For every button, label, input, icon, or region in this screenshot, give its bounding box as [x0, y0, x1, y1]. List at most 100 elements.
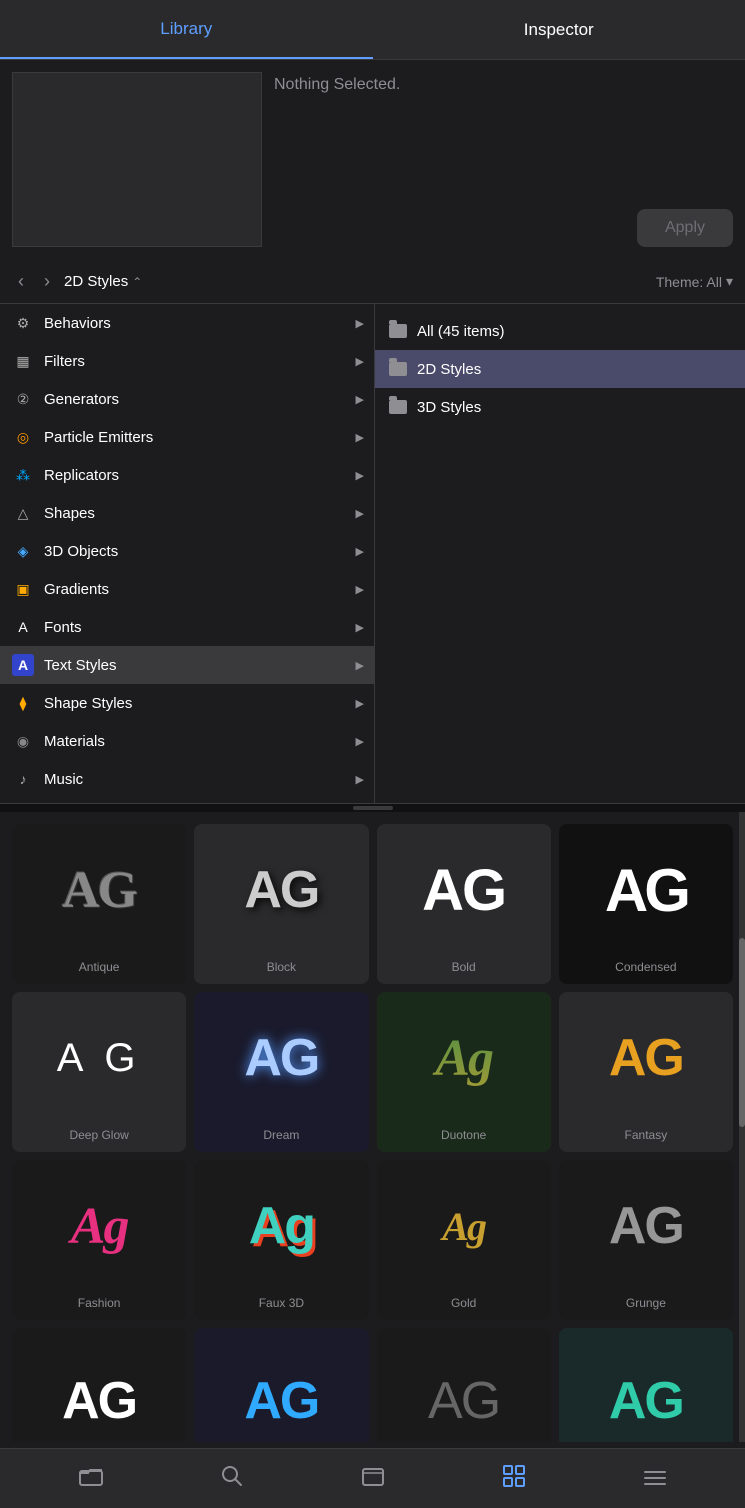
- navigation-bar: ‹ › 2D Styles ⌃ Theme: All ▾: [0, 260, 745, 304]
- scrollbar-thumb[interactable]: [739, 938, 745, 1127]
- material-icon: ◉: [12, 730, 34, 752]
- grid-item-bottom1[interactable]: AG: [12, 1328, 186, 1442]
- style-preview-fashion: Ag: [12, 1160, 186, 1292]
- style-preview-antique: AG: [12, 824, 186, 956]
- sidebar-item-filters[interactable]: ▦Filters▶: [0, 342, 374, 380]
- grid-item-grunge[interactable]: AGGrunge: [559, 1160, 733, 1320]
- sidebar-item-label-materials: Materials: [44, 733, 105, 750]
- grid-item-bold[interactable]: AGBold: [377, 824, 551, 984]
- apply-button[interactable]: Apply: [637, 209, 733, 247]
- sidebar-item-shape-styles[interactable]: ⧫Shape Styles▶: [0, 684, 374, 722]
- sidebar-item-particle-emitters[interactable]: ◎Particle Emitters▶: [0, 418, 374, 456]
- menu-button[interactable]: [633, 1457, 677, 1501]
- search-button[interactable]: [210, 1457, 254, 1501]
- sidebar-item-music[interactable]: ♪Music▶: [0, 760, 374, 798]
- grid-item-duotone[interactable]: AgDuotone: [377, 992, 551, 1152]
- gear-icon: ⚙: [12, 312, 34, 334]
- nav-forward-button[interactable]: ›: [38, 267, 56, 296]
- grid-item-condensed[interactable]: AGCondensed: [559, 824, 733, 984]
- sidebar-item-gradients[interactable]: ▣Gradients▶: [0, 570, 374, 608]
- gen-icon: ②: [12, 388, 34, 410]
- sidebar-item-3d-objects[interactable]: ◈3D Objects▶: [0, 532, 374, 570]
- folder-button[interactable]: [69, 1457, 113, 1501]
- theme-chevron-icon: ▾: [726, 273, 733, 290]
- music-icon: ♪: [12, 768, 34, 790]
- sidebar-item-label-shape-styles: Shape Styles: [44, 695, 132, 712]
- preview-area: Nothing Selected. Apply: [0, 60, 745, 260]
- grid-item-dream[interactable]: AGDream: [194, 992, 368, 1152]
- left-sidebar: ⚙Behaviors▶▦Filters▶②Generators▶◎Particl…: [0, 304, 375, 803]
- sidebar-item-fonts[interactable]: AFonts▶: [0, 608, 374, 646]
- tab-library[interactable]: Library: [0, 0, 373, 59]
- nav-back-button[interactable]: ‹: [12, 267, 30, 296]
- textstyle-icon: A: [12, 654, 34, 676]
- font-icon: A: [12, 616, 34, 638]
- top-tabs: Library Inspector: [0, 0, 745, 60]
- sidebar-item-photos[interactable]: ⊡Photos▶: [0, 798, 374, 803]
- scrollbar-track[interactable]: [739, 812, 745, 1442]
- right-item-3d-styles[interactable]: 3D Styles: [375, 388, 745, 426]
- shapestyle-icon: ⧫: [12, 692, 34, 714]
- style-preview-bottom4: AG: [559, 1328, 733, 1442]
- style-label-condensed: Condensed: [615, 960, 676, 974]
- grid-item-bottom4[interactable]: AG: [559, 1328, 733, 1442]
- sidebar-arrow-icon: ▶: [356, 317, 364, 330]
- preview-info: Nothing Selected. Apply: [274, 72, 733, 247]
- style-preview-gold: Ag: [377, 1160, 551, 1292]
- grid-item-deep-glow[interactable]: A G Deep Glow: [12, 992, 186, 1152]
- grid-view-button[interactable]: [492, 1457, 536, 1501]
- sidebar-item-label-generators: Generators: [44, 391, 119, 408]
- style-preview-block: AG: [194, 824, 368, 956]
- sidebar-arrow-icon: ▶: [356, 773, 364, 786]
- grid-item-fashion[interactable]: AgFashion: [12, 1160, 186, 1320]
- grid-item-gold[interactable]: Ag Gold: [377, 1160, 551, 1320]
- particle-icon: ◎: [12, 426, 34, 448]
- right-item-2d-styles[interactable]: 2D Styles: [375, 350, 745, 388]
- folder-icon: [389, 362, 407, 376]
- sidebar-item-generators[interactable]: ②Generators▶: [0, 380, 374, 418]
- sidebar-item-label-replicators: Replicators: [44, 467, 119, 484]
- style-label-grunge: Grunge: [626, 1296, 666, 1310]
- style-label-antique: Antique: [79, 960, 120, 974]
- nav-title-selector[interactable]: 2D Styles ⌃: [64, 273, 142, 290]
- grid-item-fantasy[interactable]: AGFantasy: [559, 992, 733, 1152]
- search-icon: [221, 1465, 243, 1493]
- sidebar-arrow-icon: ▶: [356, 735, 364, 748]
- styles-grid-area: AGAntiqueAGBlockAGBoldAGCondensedA GDeep…: [0, 812, 745, 1442]
- grid-item-antique[interactable]: AG Antique: [12, 824, 186, 984]
- style-label-block: Block: [267, 960, 296, 974]
- right-item-all[interactable]: All (45 items): [375, 312, 745, 350]
- style-label-gold: Gold: [451, 1296, 476, 1310]
- sidebar-arrow-icon: ▶: [356, 621, 364, 634]
- rep-icon: ⁂: [12, 464, 34, 486]
- sidebar-arrow-icon: ▶: [356, 507, 364, 520]
- sidebar-item-replicators[interactable]: ⁂ Replicators ▶: [0, 456, 374, 494]
- 3d-icon: ◈: [12, 540, 34, 562]
- style-preview-deep-glow: A G: [12, 992, 186, 1124]
- sidebar-item-shapes[interactable]: △Shapes▶: [0, 494, 374, 532]
- right-item-label-all: All (45 items): [417, 323, 505, 340]
- grid-item-bottom3[interactable]: AG: [377, 1328, 551, 1442]
- sidebar-item-behaviors[interactable]: ⚙ Behaviors ▶: [0, 304, 374, 342]
- sidebar-arrow-icon: ▶: [356, 431, 364, 444]
- sidebar-arrow-icon: ▶: [356, 659, 364, 672]
- grid-item-faux-3d[interactable]: AgFaux 3D: [194, 1160, 368, 1320]
- folder-icon: [389, 324, 407, 338]
- sidebar-item-label-3d-objects: 3D Objects: [44, 543, 118, 560]
- sidebar-item-label-behaviors: Behaviors: [44, 315, 111, 332]
- style-preview-duotone: Ag: [377, 992, 551, 1124]
- bottom-toolbar: [0, 1448, 745, 1508]
- window-button[interactable]: [351, 1457, 395, 1501]
- folder-icon: [79, 1466, 103, 1492]
- sidebar-item-materials[interactable]: ◉ Materials ▶: [0, 722, 374, 760]
- grid-item-block[interactable]: AG Block: [194, 824, 368, 984]
- folder-icon: [389, 400, 407, 414]
- sidebar-item-text-styles[interactable]: AText Styles▶: [0, 646, 374, 684]
- theme-selector[interactable]: Theme: All ▾: [656, 273, 733, 290]
- grid-item-bottom2[interactable]: AG: [194, 1328, 368, 1442]
- style-preview-bottom3: AG: [377, 1328, 551, 1442]
- tab-inspector[interactable]: Inspector: [373, 0, 745, 59]
- style-label-bold: Bold: [452, 960, 476, 974]
- sidebar-arrow-icon: ▶: [356, 469, 364, 482]
- style-label-deep-glow: Deep Glow: [69, 1128, 128, 1142]
